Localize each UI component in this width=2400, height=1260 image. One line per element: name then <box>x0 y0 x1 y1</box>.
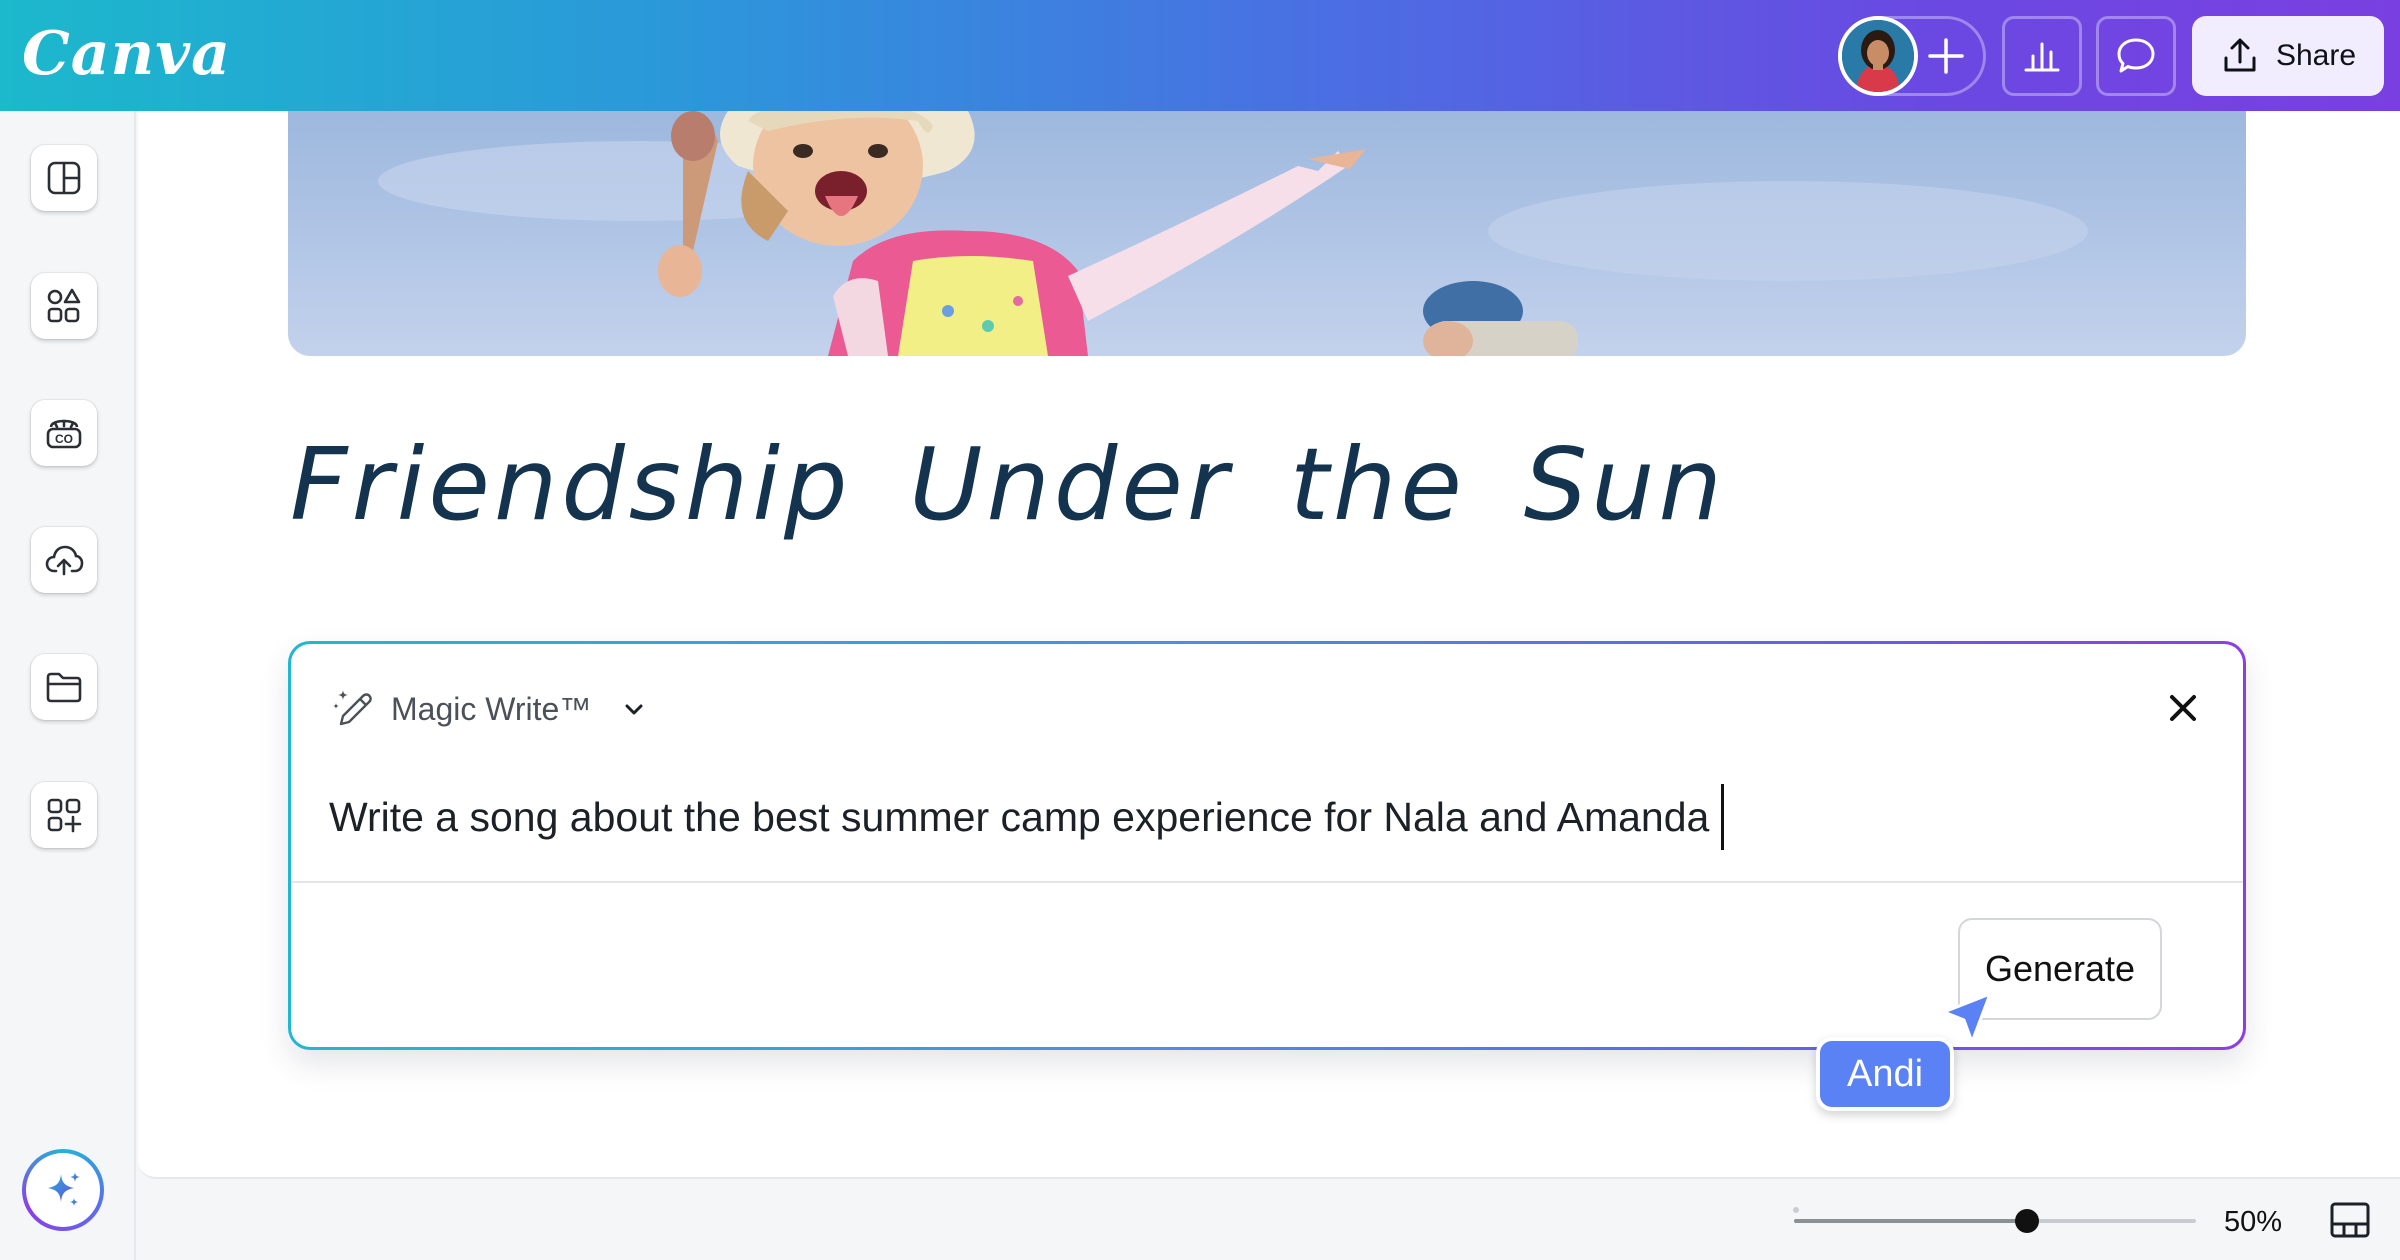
elements-shapes-icon <box>47 288 81 323</box>
zoom-slider-fill <box>1794 1219 2028 1223</box>
speech-bubble-icon <box>2117 38 2155 73</box>
svg-text:CO: CO <box>55 432 73 446</box>
zoom-min-dot <box>1793 1207 1799 1213</box>
prompt-input[interactable]: Write a song about the best summer camp … <box>329 784 1725 850</box>
share-button[interactable]: Share <box>2192 16 2384 96</box>
magic-assistant-button[interactable] <box>22 1149 104 1231</box>
zoom-level[interactable]: 50% <box>2224 1202 2282 1242</box>
user-avatar[interactable] <box>1838 16 1918 96</box>
folder-icon <box>46 672 82 703</box>
magic-write-label: Magic Write™ <box>391 690 592 727</box>
sidebar-item-design[interactable] <box>31 145 97 211</box>
sparkle-icon <box>48 1172 80 1206</box>
summer-camp-photo <box>378 111 2088 356</box>
sidebar-item-brand[interactable]: CO <box>31 400 97 466</box>
cloud-upload-icon <box>45 545 84 576</box>
apps-grid-icon <box>47 798 82 833</box>
collaborator-cursor-icon <box>1942 992 1992 1044</box>
sidebar-item-elements[interactable] <box>31 273 97 339</box>
magic-pencil-icon <box>333 690 372 726</box>
add-collaborator-button[interactable] <box>1916 26 1976 86</box>
collaborator-cursor-label: Andi <box>1816 1037 1954 1111</box>
sidebar-item-projects[interactable] <box>31 654 97 720</box>
left-sidebar: CO <box>0 111 136 1260</box>
avatar-portrait <box>1842 20 1914 92</box>
zoom-slider[interactable] <box>1794 1219 2196 1223</box>
upload-icon <box>2224 38 2256 72</box>
brand-kit-icon: CO <box>46 419 82 449</box>
sidebar-item-uploads[interactable] <box>31 527 97 593</box>
page-title[interactable]: Friendship Under the Sun <box>290 410 1790 560</box>
top-bar: Canva Share <box>0 0 2400 111</box>
share-label: Share <box>2275 39 2357 72</box>
panel-divider <box>291 881 2243 883</box>
comments-button[interactable] <box>2096 16 2176 96</box>
insights-button[interactable] <box>2002 16 2082 96</box>
canva-logo[interactable]: Canva <box>22 12 231 96</box>
zoom-slider-handle[interactable] <box>2015 1209 2040 1233</box>
text-caret <box>1721 784 1725 850</box>
hero-photo[interactable] <box>288 111 2246 356</box>
design-layout-icon <box>47 161 81 195</box>
prompt-text: Write a song about the best summer camp … <box>329 794 1710 840</box>
close-button[interactable] <box>2163 688 2203 728</box>
magic-write-panel: Magic Write™ Write a song about the best… <box>288 641 2246 1050</box>
chevron-down-icon <box>625 704 643 715</box>
bar-chart-icon <box>2024 42 2060 72</box>
close-icon <box>2170 695 2196 721</box>
plus-icon <box>1928 38 1964 74</box>
page-layout-icon[interactable] <box>2330 1202 2370 1238</box>
magic-write-body: Magic Write™ Write a song about the best… <box>291 644 2243 1047</box>
magic-assistant-inner <box>26 1153 100 1227</box>
sidebar-item-apps[interactable] <box>31 782 97 848</box>
magic-write-dropdown[interactable]: Magic Write™ <box>331 684 649 734</box>
